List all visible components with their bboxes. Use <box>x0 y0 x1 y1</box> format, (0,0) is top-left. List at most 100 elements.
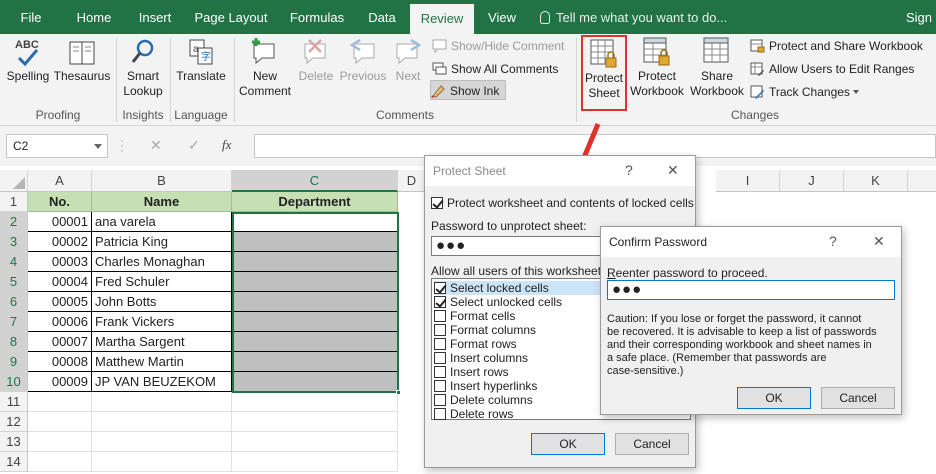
column-header-b[interactable]: B <box>92 170 232 192</box>
permission-option[interactable]: Delete columns <box>434 393 533 407</box>
row-header[interactable]: 10 <box>0 372 28 392</box>
cell-department[interactable] <box>232 272 398 292</box>
row-header[interactable]: 6 <box>0 292 28 312</box>
spelling-button[interactable]: ABC Spelling <box>4 36 52 84</box>
protect-share-workbook-button[interactable]: Protect and Share Workbook <box>750 36 923 56</box>
empty-cell[interactable] <box>232 432 398 452</box>
cancel-entry-button[interactable]: ✕ <box>150 137 162 154</box>
empty-cell[interactable] <box>232 412 398 432</box>
cell-department[interactable] <box>232 312 398 332</box>
header-cell-name[interactable]: Name <box>92 192 232 212</box>
column-header-a[interactable]: A <box>28 170 92 192</box>
row-header[interactable]: 13 <box>0 432 28 452</box>
cell-name[interactable]: JP VAN BEUZEKOM <box>92 372 232 392</box>
tab-formulas[interactable]: Formulas <box>282 0 352 34</box>
permission-option[interactable]: Insert rows <box>434 365 509 379</box>
active-cell[interactable] <box>232 212 398 232</box>
header-cell-no[interactable]: No. <box>28 192 92 212</box>
cell-no[interactable]: 00002 <box>28 232 92 252</box>
row-header[interactable]: 4 <box>0 252 28 272</box>
translate-button[interactable]: a字 Translate <box>174 36 228 84</box>
empty-cell[interactable] <box>92 412 232 432</box>
empty-cell[interactable] <box>28 412 92 432</box>
cell-name[interactable]: Matthew Martin <box>92 352 232 372</box>
column-header-d[interactable]: D <box>398 170 426 192</box>
show-ink-button[interactable]: Show Ink <box>430 80 507 100</box>
cell-name[interactable]: ana varela <box>92 212 232 232</box>
protect-sheet-button[interactable]: Protect Sheet <box>581 35 627 111</box>
fill-handle[interactable] <box>396 390 401 395</box>
tab-view[interactable]: View <box>480 0 524 34</box>
permission-option[interactable]: Insert columns <box>434 351 528 365</box>
tab-insert[interactable]: Insert <box>128 0 182 34</box>
help-button[interactable]: ? <box>829 233 837 249</box>
show-hide-comment-button[interactable]: Show/Hide Comment <box>432 36 564 56</box>
tab-file[interactable]: File <box>8 0 54 34</box>
protect-workbook-button[interactable]: Protect Workbook <box>628 36 686 99</box>
close-icon[interactable]: ✕ <box>667 162 679 179</box>
column-header-c[interactable]: C <box>232 170 398 192</box>
new-comment-button[interactable]: New Comment <box>238 36 292 99</box>
smart-lookup-button[interactable]: Smart Lookup <box>120 36 166 99</box>
row-header[interactable]: 12 <box>0 412 28 432</box>
allow-users-edit-ranges-button[interactable]: Allow Users to Edit Ranges <box>750 59 914 79</box>
empty-cell[interactable] <box>232 392 398 412</box>
row-header[interactable]: 9 <box>0 352 28 372</box>
cell-no[interactable]: 00004 <box>28 272 92 292</box>
confirm-ok-button[interactable]: OK <box>737 387 811 409</box>
empty-cell[interactable] <box>92 432 232 452</box>
permission-option[interactable]: Delete rows <box>434 407 513 421</box>
cell-name[interactable]: Frank Vickers <box>92 312 232 332</box>
column-header-next[interactable] <box>908 170 936 192</box>
permission-option[interactable]: Insert hyperlinks <box>434 379 537 393</box>
empty-cell[interactable] <box>28 392 92 412</box>
row-header[interactable]: 11 <box>0 392 28 412</box>
column-header-j[interactable]: J <box>780 170 844 192</box>
track-changes-button[interactable]: Track Changes <box>750 82 859 102</box>
row-header[interactable]: 7 <box>0 312 28 332</box>
cell-name[interactable]: Patricia King <box>92 232 232 252</box>
column-header-k[interactable]: K <box>844 170 908 192</box>
tab-home[interactable]: Home <box>66 0 122 34</box>
tab-review[interactable]: Review <box>410 4 474 34</box>
cell-no[interactable]: 00001 <box>28 212 92 232</box>
help-button[interactable]: ? <box>625 162 633 178</box>
thesaurus-button[interactable]: Thesaurus <box>52 36 112 84</box>
enter-entry-button[interactable]: ✓ <box>188 137 200 154</box>
previous-comment-button[interactable]: Previous <box>338 36 388 84</box>
cell-no[interactable]: 00005 <box>28 292 92 312</box>
cell-department[interactable] <box>232 352 398 372</box>
row-header[interactable]: 3 <box>0 232 28 252</box>
share-workbook-button[interactable]: Share Workbook <box>688 36 746 99</box>
cell-department[interactable] <box>232 372 398 392</box>
cell-no[interactable]: 00007 <box>28 332 92 352</box>
empty-cell[interactable] <box>28 432 92 452</box>
insert-function-button[interactable]: fx <box>222 137 231 153</box>
cell-no[interactable]: 00006 <box>28 312 92 332</box>
show-all-comments-button[interactable]: Show All Comments <box>432 59 558 79</box>
empty-cell[interactable] <box>28 452 92 472</box>
cell-name[interactable]: John Botts <box>92 292 232 312</box>
confirm-password-input[interactable]: ●●● <box>607 280 895 300</box>
permission-option[interactable]: Format cells <box>434 309 515 323</box>
tab-data[interactable]: Data <box>360 0 404 34</box>
name-box[interactable]: C2 <box>6 134 108 158</box>
next-comment-button[interactable]: Next <box>388 36 428 84</box>
protect-cancel-button[interactable]: Cancel <box>615 433 689 455</box>
close-icon[interactable]: ✕ <box>873 233 885 250</box>
cell-department[interactable] <box>232 252 398 272</box>
row-header[interactable]: 2 <box>0 212 28 232</box>
delete-comment-button[interactable]: Delete <box>294 36 338 84</box>
protect-worksheet-checkbox[interactable]: Protect worksheet and contents of locked… <box>431 196 694 210</box>
cell-name[interactable]: Charles Monaghan <box>92 252 232 272</box>
row-header[interactable]: 5 <box>0 272 28 292</box>
empty-cell[interactable] <box>232 452 398 472</box>
cell-name[interactable]: Fred Schuler <box>92 272 232 292</box>
select-all-corner[interactable] <box>0 170 28 192</box>
cell-no[interactable]: 00008 <box>28 352 92 372</box>
permission-option[interactable]: Select unlocked cells <box>434 295 562 309</box>
cell-name[interactable]: Martha Sargent <box>92 332 232 352</box>
cell-no[interactable]: 00003 <box>28 252 92 272</box>
permission-option[interactable]: Format columns <box>434 323 536 337</box>
permission-option[interactable]: Format rows <box>434 337 517 351</box>
